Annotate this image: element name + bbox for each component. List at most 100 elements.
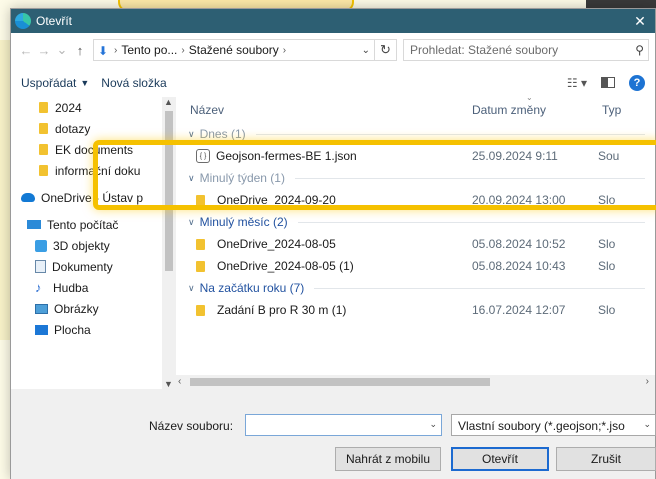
cancel-button[interactable]: Zrušit: [556, 447, 656, 471]
edge-browser-icon: [15, 13, 31, 29]
caret-down-icon: ▼: [80, 77, 90, 88]
folder-icon: [196, 238, 205, 250]
file-type: Slo: [598, 237, 616, 251]
document-icon: [35, 260, 46, 273]
sidebar-item-music[interactable]: ♪ Hudba: [11, 277, 176, 298]
group-divider: [294, 177, 645, 179]
folder-icon: [39, 165, 48, 176]
new-folder-button[interactable]: Nová složka: [95, 72, 172, 94]
sidebar-item-pictures[interactable]: Obrázky: [11, 298, 176, 319]
preview-pane-icon[interactable]: [601, 77, 615, 88]
file-date: 16.07.2024 12:07: [472, 303, 566, 317]
up-arrow-icon[interactable]: ↑: [71, 43, 89, 58]
file-type-filter-select[interactable]: Vlastní soubory (*.geojson;*.jso ⌄: [451, 414, 656, 436]
group-label: Na začátku roku (7): [199, 281, 305, 295]
column-header-row: Název ⌄ Datum změny Typ: [176, 97, 655, 123]
sort-chevron-icon: ⌄: [526, 97, 533, 102]
sidebar-item-label: Tento počítač: [47, 217, 119, 232]
breadcrumb-item-downloads[interactable]: Stažené soubory: [189, 43, 279, 57]
file-type-filter-value: Vlastní soubory (*.geojson;*.jso: [458, 419, 625, 433]
download-icon: ⬇: [98, 43, 109, 58]
column-header-date[interactable]: ⌄ Datum změny: [466, 97, 598, 117]
chevron-down-icon[interactable]: ⌄: [429, 419, 437, 430]
group-label: Minulý měsíc (2): [199, 215, 288, 229]
group-divider: [314, 287, 645, 289]
filename-input[interactable]: ⌄: [245, 414, 442, 436]
column-header-type[interactable]: Typ: [598, 103, 621, 117]
group-header[interactable]: ∨ Minulý měsíc (2): [176, 211, 655, 233]
scrollbar-thumb[interactable]: [190, 378, 490, 386]
sidebar-item-documents[interactable]: Dokumenty: [11, 256, 176, 277]
sidebar-item-label: 2024: [55, 100, 82, 115]
organize-button[interactable]: Uspořádat ▼: [15, 72, 95, 94]
file-row[interactable]: OneDrive_2024-09-20 20.09.2024 13:00 Slo: [176, 189, 655, 211]
forward-arrow-icon[interactable]: →: [35, 43, 53, 58]
sidebar-item-3d-objects[interactable]: 3D objekty: [11, 235, 176, 256]
chevron-right-icon[interactable]: ›: [181, 45, 184, 56]
scroll-up-icon[interactable]: ▲: [164, 97, 173, 107]
cloud-icon: [21, 193, 35, 202]
chevron-down-icon[interactable]: ⌄: [362, 45, 370, 56]
file-type: Slo: [598, 259, 616, 273]
scroll-right-icon[interactable]: ›: [646, 376, 649, 387]
json-file-icon: { }: [196, 149, 210, 163]
back-arrow-icon[interactable]: ←: [17, 43, 35, 58]
chevron-down-icon: ∨: [188, 282, 195, 293]
new-folder-label: Nová složka: [101, 75, 167, 90]
sidebar-item-label: EK documents: [55, 142, 134, 157]
help-icon[interactable]: ?: [629, 74, 645, 91]
open-button[interactable]: Otevřít: [451, 447, 549, 471]
file-name: OneDrive_2024-08-05: [217, 237, 336, 251]
folder-icon: [39, 102, 48, 113]
file-row[interactable]: { } Geojson-fermes-BE 1.json 25.09.2024 9…: [176, 145, 655, 167]
navigation-bar: ← → ⌄ ↑ ⬇ › Tento po... › Stažené soubor…: [11, 33, 655, 67]
file-type: Sou: [598, 149, 620, 163]
chevron-right-icon[interactable]: ›: [283, 45, 286, 56]
view-options-icon[interactable]: ☷ ▾: [567, 76, 587, 90]
file-date: 25.09.2024 9:11: [472, 149, 558, 163]
sidebar-item-ek-documents[interactable]: EK documents: [11, 139, 176, 160]
file-row[interactable]: OneDrive_2024-08-05 (1) 05.08.2024 10:43…: [176, 255, 655, 277]
sidebar-item-informacni[interactable]: informační doku: [11, 160, 176, 181]
sidebar-scrollbar[interactable]: ▲ ▼: [162, 97, 176, 389]
horizontal-scrollbar[interactable]: ‹ ›: [176, 375, 655, 389]
scrollbar-thumb[interactable]: [165, 111, 173, 271]
scroll-down-icon[interactable]: ▼: [164, 379, 173, 389]
refresh-icon[interactable]: ↻: [375, 39, 397, 61]
sidebar-item-desktop[interactable]: Plocha: [11, 319, 176, 340]
navigation-pane: 2024 dotazy EK documents informační doku…: [11, 97, 176, 389]
group-header[interactable]: ∨ Minulý týden (1): [176, 167, 655, 189]
file-row[interactable]: Zadání B pro R 30 m (1) 16.07.2024 12:07…: [176, 299, 655, 321]
search-input[interactable]: Prohledat: Stažené soubory ⚲: [403, 39, 649, 61]
recent-locations-chevron-icon[interactable]: ⌄: [53, 42, 71, 58]
cube-icon: [35, 239, 47, 252]
scroll-left-icon[interactable]: ‹: [178, 376, 181, 387]
column-header-date-label: Datum změny: [472, 103, 547, 117]
chevron-down-icon: ∨: [188, 128, 195, 139]
toolbar: Uspořádat ▼ Nová složka ☷ ▾ ?: [11, 67, 655, 97]
content-area: 2024 dotazy EK documents informační doku…: [11, 97, 655, 389]
group-divider: [255, 133, 645, 135]
upload-from-mobile-button[interactable]: Nahrát z mobilu: [335, 447, 441, 471]
background-corner: [586, 0, 656, 8]
column-header-name[interactable]: Název: [176, 103, 466, 117]
sidebar-item-dotazy[interactable]: dotazy: [11, 118, 176, 139]
chevron-right-icon[interactable]: ›: [114, 45, 117, 56]
close-icon[interactable]: ✕: [625, 9, 655, 33]
chevron-down-icon[interactable]: ⌄: [643, 419, 651, 430]
search-icon[interactable]: ⚲: [635, 43, 644, 57]
group-header[interactable]: ∨ Dnes (1): [176, 123, 655, 145]
file-type: Slo: [598, 303, 616, 317]
file-date: 20.09.2024 13:00: [472, 193, 566, 207]
breadcrumb[interactable]: ⬇ › Tento po... › Stažené soubory › ⌄: [93, 39, 375, 61]
breadcrumb-item-this-pc[interactable]: Tento po...: [121, 43, 177, 57]
file-date: 05.08.2024 10:52: [472, 237, 566, 251]
sidebar-item-onedrive[interactable]: OneDrive - Ústav p: [11, 187, 176, 208]
sidebar-item-this-pc[interactable]: Tento počítač: [11, 214, 176, 235]
file-row[interactable]: OneDrive_2024-08-05 05.08.2024 10:52 Slo: [176, 233, 655, 255]
group-label: Minulý týden (1): [199, 171, 285, 185]
sidebar-item-2024[interactable]: 2024: [11, 97, 176, 118]
group-header[interactable]: ∨ Na začátku roku (7): [176, 277, 655, 299]
sidebar-item-label: OneDrive - Ústav p: [41, 190, 144, 205]
folder-icon: [39, 144, 48, 155]
